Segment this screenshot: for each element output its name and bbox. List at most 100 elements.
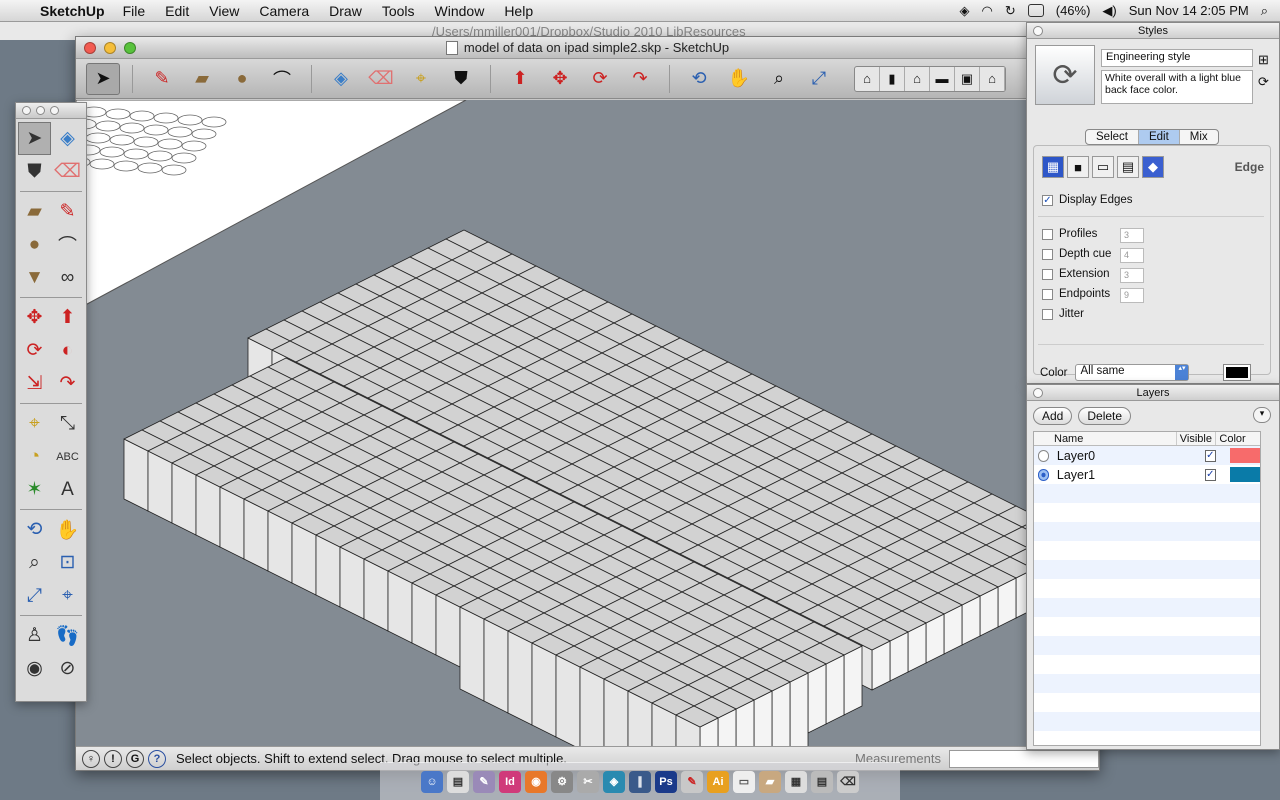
window-titlebar[interactable]: model of data on ipad simple2.skp - Sket…	[76, 37, 1099, 59]
back-view-icon[interactable]: ▣	[955, 66, 980, 91]
menu-tools[interactable]: Tools	[382, 3, 415, 19]
pan-tool-icon[interactable]: ✋	[51, 513, 84, 546]
display-edges-checkbox[interactable]: ✓ Display Edges	[1042, 194, 1133, 206]
preview-dock-icon[interactable]: ▤	[447, 770, 469, 793]
create-style-icon[interactable]: ⊞	[1258, 49, 1269, 71]
column-visible[interactable]: Visible	[1177, 432, 1217, 445]
move-tool-icon[interactable]: ✥	[18, 301, 51, 334]
make-component-icon[interactable]: ◈	[51, 122, 84, 155]
zoom-extents-icon[interactable]: ⤢	[18, 579, 51, 612]
move-tool-icon[interactable]: ✥	[543, 63, 577, 95]
volume-icon[interactable]: ◀)	[1102, 3, 1116, 19]
rotate-tool-icon[interactable]: ⟳	[18, 334, 51, 367]
offset-tool-icon[interactable]: ↷	[623, 63, 657, 95]
menu-help[interactable]: Help	[504, 3, 533, 19]
push-pull-icon[interactable]: ⬆	[503, 63, 537, 95]
watermark-settings-icon[interactable]: ▤	[1117, 156, 1139, 178]
layer-color-swatch[interactable]	[1229, 467, 1260, 482]
styles-panel-close-button[interactable]	[1033, 26, 1043, 36]
polygon-tool-icon[interactable]: ▼	[18, 261, 51, 294]
model-viewport[interactable]	[76, 100, 1099, 747]
stack-dock-icon[interactable]: ▦	[785, 770, 807, 793]
face-settings-icon[interactable]: ■	[1067, 156, 1089, 178]
depth-cue-checkbox[interactable]: Depth cue	[1042, 248, 1111, 260]
layer-row[interactable]: Layer0 ✓	[1034, 446, 1260, 465]
credits-icon[interactable]: !	[104, 749, 122, 768]
menu-edit[interactable]: Edit	[165, 3, 189, 19]
sketchup-dock-icon[interactable]: ◈	[603, 770, 625, 793]
geo-location-icon[interactable]: ♀	[82, 749, 100, 768]
layers-panel-titlebar[interactable]: Layers	[1027, 385, 1279, 401]
app-menu[interactable]: SketchUp	[40, 3, 105, 19]
circle-tool-icon[interactable]: ●	[18, 228, 51, 261]
active-layer-radio[interactable]	[1038, 449, 1049, 462]
endpoints-checkbox[interactable]: Endpoints	[1042, 288, 1110, 300]
walk-tool-icon[interactable]: 👣	[51, 619, 84, 652]
column-color[interactable]: Color	[1216, 432, 1260, 445]
edge-settings-icon[interactable]: ▦	[1042, 156, 1064, 178]
dimension-tool-icon[interactable]: ⤡	[51, 407, 84, 440]
menu-camera[interactable]: Camera	[259, 3, 309, 19]
endpoints-value[interactable]: 9	[1120, 288, 1144, 303]
dropbox-icon[interactable]: ◈	[959, 3, 969, 19]
tab-edit[interactable]: Edit	[1138, 130, 1180, 144]
active-layer-radio[interactable]	[1038, 468, 1049, 481]
layer-visible-checkbox[interactable]: ✓	[1204, 468, 1216, 481]
downloads-dock-icon[interactable]: ▤	[811, 770, 833, 793]
palette-close-button[interactable]	[22, 106, 31, 115]
layers-panel-close-button[interactable]	[1033, 388, 1043, 398]
layer-name[interactable]: Layer0	[1057, 449, 1169, 463]
delete-layer-button[interactable]: Delete	[1078, 407, 1132, 425]
google-signin-icon[interactable]: G	[126, 749, 144, 768]
eraser-tool-icon[interactable]: ⌫	[364, 63, 398, 95]
clock[interactable]: Sun Nov 14 2:05 PM	[1129, 3, 1249, 18]
tape-measure-icon[interactable]: ⌖	[18, 407, 51, 440]
illustrator-dock-icon[interactable]: Ai	[707, 770, 729, 793]
spotlight-search-icon[interactable]: ⌕	[1261, 3, 1268, 19]
layer-color-swatch[interactable]	[1229, 448, 1260, 463]
circle-tool-icon[interactable]: ●	[225, 63, 259, 95]
background-settings-icon[interactable]: ▭	[1092, 156, 1114, 178]
close-window-button[interactable]	[84, 42, 96, 54]
extension-value[interactable]: 3	[1120, 268, 1144, 283]
orbit-tool-icon[interactable]: ⟲	[18, 513, 51, 546]
text-tool-icon[interactable]: ABC	[51, 440, 84, 473]
paint-bucket-icon[interactable]: ⛊	[18, 155, 51, 188]
finder-dock-icon[interactable]: ☺	[421, 770, 443, 793]
rotate-tool-icon[interactable]: ⟳	[583, 63, 617, 95]
modeling-settings-icon[interactable]: ◆	[1142, 156, 1164, 178]
trash-dock-icon[interactable]: ⌫	[837, 770, 859, 793]
update-style-icon[interactable]: ⟳	[1258, 71, 1269, 93]
edge-color-swatch[interactable]	[1223, 364, 1252, 381]
menu-window[interactable]: Window	[435, 3, 485, 19]
measurements-input[interactable]	[949, 749, 1099, 768]
edge-color-select[interactable]: All same	[1075, 364, 1190, 381]
top-view-icon[interactable]: ▮	[880, 66, 905, 91]
add-layer-button[interactable]: Add	[1033, 407, 1073, 425]
previous-view-icon[interactable]: ⌖	[51, 579, 84, 612]
select-tool-icon[interactable]: ➤	[18, 122, 51, 155]
layer-name[interactable]: Layer1	[1057, 468, 1169, 482]
style-thumbnail[interactable]: ⟳	[1035, 45, 1095, 105]
orbit-tool-icon[interactable]: ⟲	[682, 63, 716, 95]
axes-tool-icon[interactable]: ✶	[18, 473, 51, 506]
eraser-tool-icon[interactable]: ⌫	[51, 155, 84, 188]
utility-dock-icon[interactable]: ✂	[577, 770, 599, 793]
depth-cue-value[interactable]: 4	[1120, 248, 1144, 263]
protractor-icon[interactable]: ◔	[18, 440, 51, 473]
arc-tool-icon[interactable]: ⌒	[265, 63, 299, 95]
offset-tool-icon[interactable]: ↷	[51, 367, 84, 400]
battery-percent[interactable]: (46%)	[1056, 3, 1091, 18]
zoom-window-icon[interactable]: ⊡	[51, 546, 84, 579]
palette-minimize-button[interactable]	[36, 106, 45, 115]
freehand-tool-icon[interactable]: ∞	[51, 261, 84, 294]
arc-tool-icon[interactable]: ⌒	[51, 228, 84, 261]
tape-measure-icon[interactable]: ⌖	[404, 63, 438, 95]
tab-mix[interactable]: Mix	[1180, 130, 1218, 144]
front-view-icon[interactable]: ⌂	[905, 66, 930, 91]
zoom-extents-icon[interactable]: ⤢	[802, 63, 836, 95]
zoom-tool-icon[interactable]: ⌕	[762, 63, 796, 95]
document-dock-icon[interactable]: ▭	[733, 770, 755, 793]
menu-draw[interactable]: Draw	[329, 3, 362, 19]
select-tool-icon[interactable]: ➤	[86, 62, 120, 95]
